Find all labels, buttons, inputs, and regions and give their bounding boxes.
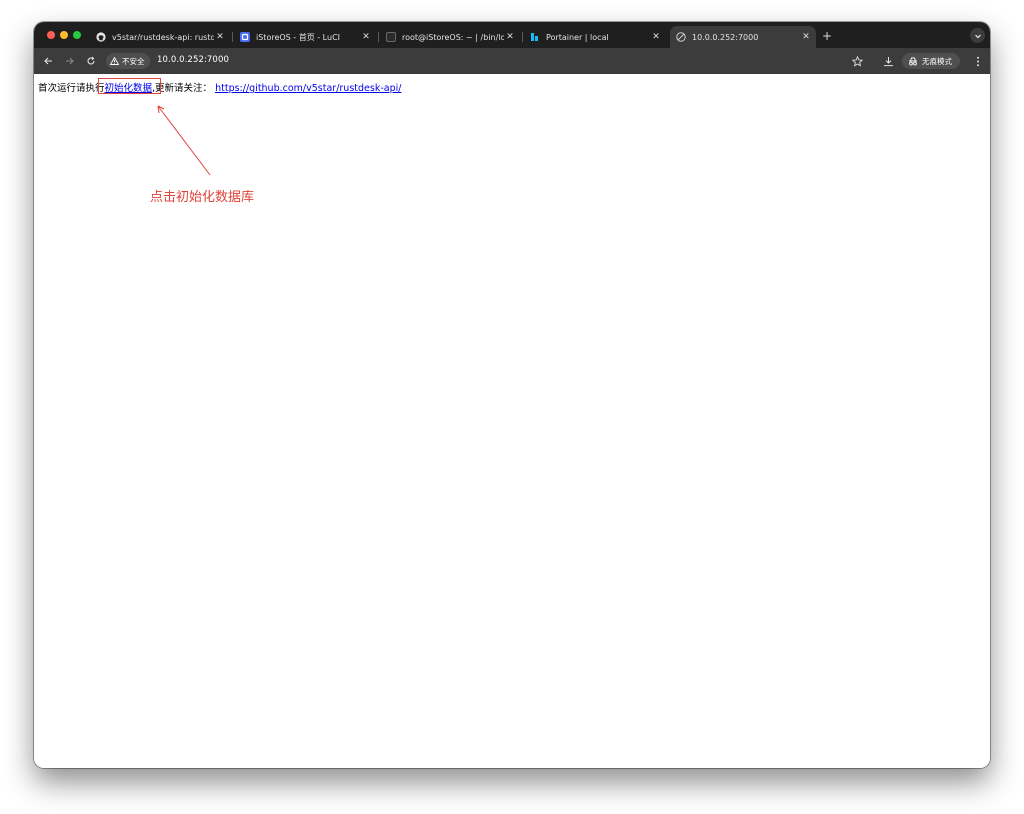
tab-rustdesk-api[interactable]: v5star/rustdesk-api: rustdesk ✕ [90,26,230,48]
tab-active-page[interactable]: 10.0.0.252:7000 ✕ [670,26,816,48]
minimize-window-button[interactable] [60,31,68,39]
tab-terminal[interactable]: root@iStoreOS: ~ | /bin/login ✕ [380,26,520,48]
tab-title: v5star/rustdesk-api: rustdesk [112,32,214,42]
downloads-button[interactable] [880,53,896,69]
incognito-button[interactable]: 无痕模式 [902,53,960,69]
close-tab-icon[interactable]: ✕ [360,32,372,42]
zoom-window-button[interactable] [73,31,81,39]
tab-strip: v5star/rustdesk-api: rustdesk ✕ iStoreOS… [34,22,990,48]
tab-title: 10.0.0.252:7000 [692,32,759,42]
bookmark-button[interactable] [849,53,865,69]
menu-button[interactable] [970,53,986,69]
portainer-icon [530,32,540,42]
tab-portainer[interactable]: Portainer | local ✕ [524,26,666,48]
close-tab-icon[interactable]: ✕ [504,32,516,42]
tab-divider [522,32,523,42]
forward-arrow-icon [66,57,74,65]
github-icon [96,32,106,42]
incognito-icon [909,57,917,65]
incognito-label: 无痕模式 [922,56,952,66]
forward-button[interactable] [62,53,78,69]
chevron-down-icon [974,34,981,38]
reload-icon [87,56,95,65]
security-chip-label: 不安全 [122,56,145,66]
terminal-icon [386,32,396,42]
close-tab-icon[interactable]: ✕ [800,32,812,42]
tab-title: root@iStoreOS: ~ | /bin/login [402,32,504,42]
back-arrow-icon [44,57,52,65]
address-bar[interactable]: 不安全 10.0.0.252:7000 [106,51,874,71]
page-content: 首次运行请执行初始化数据,更新请关注： https://github.com/v… [34,74,990,768]
tab-search-button[interactable] [970,28,985,43]
back-button[interactable] [40,53,56,69]
close-window-button[interactable] [47,31,55,39]
more-vert-icon [977,56,979,66]
tab-title: iStoreOS - 首页 - LuCI [256,32,341,42]
browser-window: v5star/rustdesk-api: rustdesk ✕ iStoreOS… [34,22,990,768]
close-tab-icon[interactable]: ✕ [214,32,226,42]
tab-divider [232,32,233,42]
annotation-label: 点击初始化数据库 [150,190,255,205]
tab-title: Portainer | local [546,32,609,42]
download-icon [883,56,893,66]
close-tab-icon[interactable]: ✕ [650,32,662,42]
reload-button[interactable] [83,53,99,69]
globe-icon [676,32,686,42]
security-chip[interactable]: 不安全 [106,53,150,69]
warning-icon [110,57,119,65]
istoreos-icon [240,32,250,42]
new-tab-icon[interactable]: + [820,28,834,44]
tab-istoreos[interactable]: iStoreOS - 首页 - LuCI ✕ [234,26,376,48]
star-icon [851,55,863,67]
tab-divider [378,32,379,42]
browser-toolbar: 不安全 10.0.0.252:7000 无痕模式 [34,48,990,74]
url-text[interactable]: 10.0.0.252:7000 [157,55,229,65]
